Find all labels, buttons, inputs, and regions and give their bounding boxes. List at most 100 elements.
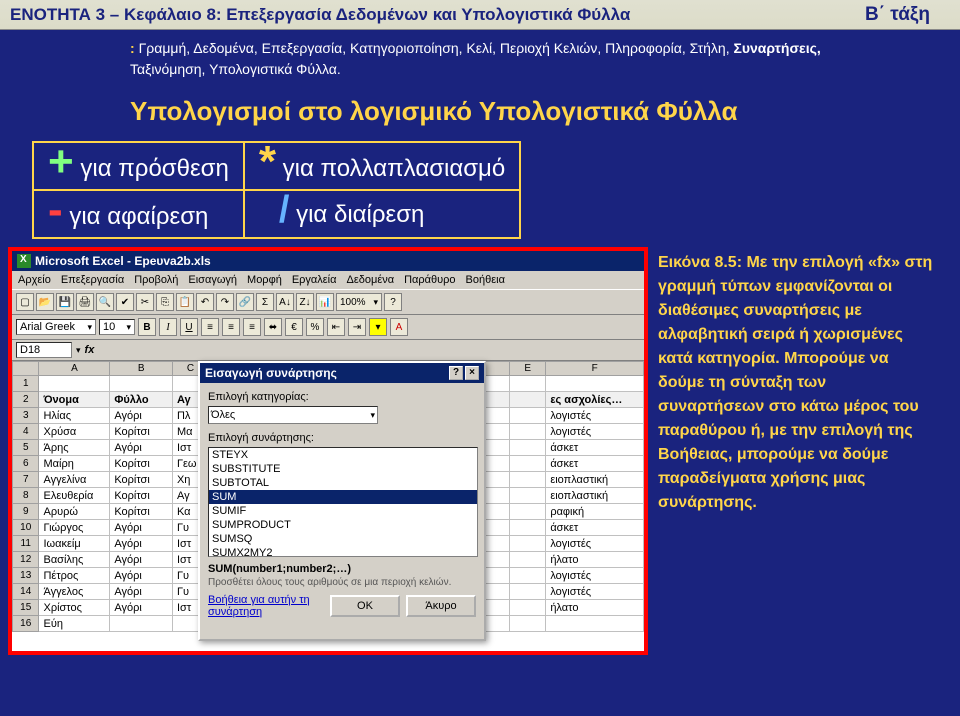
cell[interactable]: Αγόρι — [110, 552, 173, 568]
font-size-combo[interactable]: 10 — [99, 319, 135, 335]
cell[interactable]: Αγόρι — [110, 536, 173, 552]
fill-color-icon[interactable]: ▾ — [369, 318, 387, 336]
cell[interactable] — [510, 616, 546, 632]
cancel-button[interactable]: Άκυρο — [406, 595, 476, 617]
cell[interactable]: Άρης — [39, 440, 110, 456]
row-header[interactable]: 7 — [13, 472, 39, 488]
cell[interactable]: ες ασχολίες… — [546, 392, 644, 408]
font-name-combo[interactable]: Arial Greek — [16, 319, 96, 335]
list-item[interactable]: SUMIF — [209, 504, 477, 518]
dialog-help-icon[interactable]: ? — [449, 366, 463, 380]
cell[interactable]: Αρυρώ — [39, 504, 110, 520]
preview-icon[interactable]: 🔍 — [96, 293, 114, 311]
row-header[interactable]: 9 — [13, 504, 39, 520]
sort-desc-icon[interactable]: Z↓ — [296, 293, 314, 311]
corner-cell[interactable] — [13, 362, 39, 376]
cell[interactable] — [510, 424, 546, 440]
font-color-icon[interactable]: A — [390, 318, 408, 336]
undo-icon[interactable]: ↶ — [196, 293, 214, 311]
cell[interactable]: ήλατο — [546, 552, 644, 568]
cell[interactable]: Χρύσα — [39, 424, 110, 440]
cell[interactable]: Εύη — [39, 616, 110, 632]
cell[interactable]: Κορίτσι — [110, 488, 173, 504]
row-header[interactable]: 2 — [13, 392, 39, 408]
cell[interactable] — [110, 376, 173, 392]
cell[interactable]: Γιώργος — [39, 520, 110, 536]
cell[interactable] — [110, 616, 173, 632]
row-header[interactable]: 8 — [13, 488, 39, 504]
bold-button[interactable]: B — [138, 318, 156, 336]
cell[interactable] — [510, 600, 546, 616]
cell[interactable] — [510, 440, 546, 456]
cell[interactable]: λογιστές — [546, 568, 644, 584]
zoom-combo[interactable]: 100% — [336, 293, 382, 311]
sort-asc-icon[interactable]: A↓ — [276, 293, 294, 311]
ok-button[interactable]: OK — [330, 595, 400, 617]
cell[interactable]: Ελευθερία — [39, 488, 110, 504]
col-A[interactable]: A — [39, 362, 110, 376]
cell[interactable]: ήλατο — [546, 600, 644, 616]
paste-icon[interactable]: 📋 — [176, 293, 194, 311]
cell[interactable] — [39, 376, 110, 392]
cell[interactable] — [510, 520, 546, 536]
open-icon[interactable]: 📂 — [36, 293, 54, 311]
menu-edit[interactable]: Επεξεργασία — [61, 274, 124, 286]
dialog-help-link[interactable]: Βοήθεια για αυτήν τη συνάρτηση — [208, 594, 330, 618]
cell[interactable]: Ηλίας — [39, 408, 110, 424]
cell[interactable]: Κορίτσι — [110, 456, 173, 472]
align-center-icon[interactable]: ≡ — [222, 318, 240, 336]
list-item[interactable]: SUMSQ — [209, 532, 477, 546]
cell[interactable]: Ιωακείμ — [39, 536, 110, 552]
merge-icon[interactable]: ⬌ — [264, 318, 282, 336]
cell[interactable] — [510, 392, 546, 408]
cell[interactable]: Αγόρι — [110, 600, 173, 616]
cell[interactable] — [546, 616, 644, 632]
list-item[interactable]: STEYX — [209, 448, 477, 462]
fx-button[interactable]: fx — [85, 344, 95, 356]
cell[interactable] — [510, 536, 546, 552]
chart-icon[interactable]: 📊 — [316, 293, 334, 311]
cell[interactable]: Βασίλης — [39, 552, 110, 568]
name-box[interactable]: D18 — [16, 342, 72, 358]
cell[interactable]: Αγόρι — [110, 408, 173, 424]
help-icon[interactable]: ? — [384, 293, 402, 311]
category-combo[interactable]: Όλες — [208, 406, 378, 424]
cell[interactable]: ειοπλαστική — [546, 488, 644, 504]
cell[interactable] — [510, 552, 546, 568]
align-left-icon[interactable]: ≡ — [201, 318, 219, 336]
cell[interactable]: Φύλλο — [110, 392, 173, 408]
cell[interactable]: Αγόρι — [110, 584, 173, 600]
row-header[interactable]: 1 — [13, 376, 39, 392]
cell[interactable]: Κορίτσι — [110, 424, 173, 440]
function-list[interactable]: STEYXSUBSTITUTESUBTOTALSUMSUMIFSUMPRODUC… — [208, 447, 478, 557]
cut-icon[interactable]: ✂ — [136, 293, 154, 311]
link-icon[interactable]: 🔗 — [236, 293, 254, 311]
currency-icon[interactable]: € — [285, 318, 303, 336]
cell[interactable]: Πέτρος — [39, 568, 110, 584]
row-header[interactable]: 6 — [13, 456, 39, 472]
cell[interactable] — [510, 456, 546, 472]
list-item[interactable]: SUBSTITUTE — [209, 462, 477, 476]
print-icon[interactable]: 🖨 — [76, 293, 94, 311]
row-header[interactable]: 13 — [13, 568, 39, 584]
row-header[interactable]: 3 — [13, 408, 39, 424]
percent-icon[interactable]: % — [306, 318, 324, 336]
cell[interactable] — [510, 408, 546, 424]
cell[interactable]: Αγγελίνα — [39, 472, 110, 488]
cell[interactable]: ραφική — [546, 504, 644, 520]
underline-button[interactable]: U — [180, 318, 198, 336]
cell[interactable]: λογιστές — [546, 536, 644, 552]
cell[interactable]: Αγόρι — [110, 568, 173, 584]
col-F[interactable]: F — [546, 362, 644, 376]
align-right-icon[interactable]: ≡ — [243, 318, 261, 336]
row-header[interactable]: 14 — [13, 584, 39, 600]
cell[interactable]: λογιστές — [546, 424, 644, 440]
cell[interactable]: Κορίτσι — [110, 504, 173, 520]
cell[interactable]: Άγγελος — [39, 584, 110, 600]
list-item[interactable]: SUM — [209, 490, 477, 504]
menu-data[interactable]: Δεδομένα — [347, 274, 395, 286]
cell[interactable]: ειοπλαστική — [546, 472, 644, 488]
new-icon[interactable]: ▢ — [16, 293, 34, 311]
cell[interactable]: Αγόρι — [110, 520, 173, 536]
list-item[interactable]: SUMPRODUCT — [209, 518, 477, 532]
